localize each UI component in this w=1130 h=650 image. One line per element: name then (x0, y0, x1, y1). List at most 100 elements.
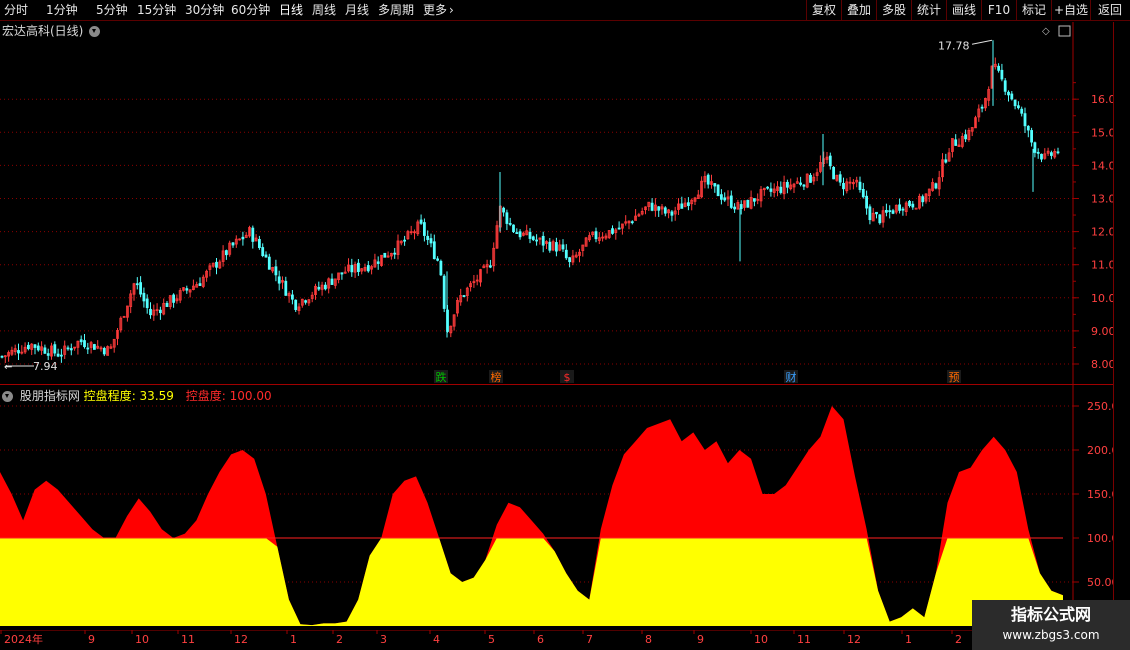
indicator-axis: 250.0 200.0 150.0 100.0 50.00 (1072, 385, 1113, 630)
candle-body (66, 347, 70, 350)
f10-button[interactable]: F10 (981, 0, 1016, 20)
back-button[interactable]: 返回 (1090, 0, 1129, 20)
candle-body (46, 353, 50, 356)
candle-body (488, 265, 492, 268)
date-tick-label: 7 (586, 633, 593, 646)
price-tick-label: 9.00 (1091, 325, 1113, 338)
candle-body (1036, 151, 1040, 154)
period-tab-multi[interactable]: 多周期 (378, 0, 414, 20)
event-marker-label[interactable]: 财 (786, 370, 797, 384)
candle-body (419, 219, 423, 224)
chevron-right-icon: › (449, 3, 454, 17)
window-toggle-icon[interactable] (1058, 25, 1071, 37)
candle-body (53, 344, 57, 354)
candle-body (630, 221, 634, 224)
candle-body (1007, 91, 1010, 96)
candle-body (432, 241, 436, 260)
candle-body (713, 183, 717, 187)
period-tab-weekly[interactable]: 周线 (312, 0, 336, 20)
event-marker-label[interactable]: 预 (949, 371, 960, 384)
candle-body (964, 134, 967, 140)
period-tab-monthly[interactable]: 月线 (345, 0, 369, 20)
candle-body (145, 298, 149, 309)
period-tab-intraday[interactable]: 分时 (4, 0, 28, 20)
event-marker-label[interactable]: $ (564, 371, 571, 384)
candle-body (1033, 142, 1037, 153)
candle-body (670, 211, 674, 216)
price-tick-label: 14.00 (1091, 159, 1113, 172)
period-tab-15min[interactable]: 15分钟 (137, 0, 176, 20)
right-side-panel[interactable] (1113, 22, 1130, 650)
period-tab-30min[interactable]: 30分钟 (185, 0, 224, 20)
multi-stock-button[interactable]: 多股 (876, 0, 911, 20)
candle-body (746, 199, 750, 208)
candlestick-chart[interactable]: ◇ 16.00 15.00 14.00 13.00 12.00 11.00 10.00 9.00… (0, 22, 1113, 384)
candle-body (716, 184, 720, 197)
period-tab-5min[interactable]: 5分钟 (96, 0, 128, 20)
candle-body (663, 207, 667, 214)
candle-body (1050, 152, 1053, 156)
candle-body (512, 224, 515, 233)
candle-body (650, 202, 654, 211)
add-watchlist-button[interactable]: +自选 (1051, 0, 1090, 20)
candle-body (502, 207, 506, 213)
event-marker-label[interactable]: 榜 (491, 370, 502, 384)
date-tick-label: 2 (336, 633, 343, 646)
date-tick-label: 1 (290, 633, 297, 646)
candle-body (980, 106, 984, 109)
candle-body (564, 249, 568, 259)
price-tick-label: 16.00 (1091, 93, 1113, 106)
statistics-button[interactable]: 统计 (911, 0, 946, 20)
candle-body (809, 174, 812, 183)
date-tick-label: 9 (88, 633, 95, 646)
candle-body (462, 295, 466, 297)
candle-body (548, 241, 552, 251)
candle-body (720, 194, 723, 200)
candle-body (687, 202, 690, 206)
candle-body (838, 174, 842, 183)
candle-body (56, 353, 60, 357)
candle-body (1026, 125, 1030, 131)
candle-body (739, 204, 743, 209)
candle-body (442, 275, 446, 309)
candle-body (723, 197, 727, 201)
candle-body (340, 272, 344, 275)
candle-body (83, 340, 86, 348)
date-tick-label: 2024年 (4, 632, 43, 646)
candle-body (86, 347, 90, 350)
diamond-icon[interactable]: ◇ (1042, 26, 1050, 37)
period-tab-60min[interactable]: 60分钟 (231, 0, 270, 20)
high-price-label: 17.78 (938, 39, 970, 52)
candle-body (914, 207, 918, 210)
candle-body (908, 200, 911, 207)
mark-button[interactable]: 标记 (1016, 0, 1051, 20)
period-tab-daily[interactable]: 日线 (279, 0, 303, 20)
candle-body (366, 265, 370, 272)
candle-body (277, 276, 281, 284)
candle-body (172, 294, 176, 303)
candle-body (142, 292, 146, 302)
candle-body (231, 242, 235, 246)
candle-body (330, 278, 334, 285)
period-tab-more[interactable]: 更多 › (423, 0, 454, 20)
candle-body (555, 242, 558, 252)
overlay-button[interactable]: 叠加 (841, 0, 876, 20)
date-tick-label: 3 (380, 633, 387, 646)
date-tick-label: 12 (234, 633, 248, 646)
candle-body (878, 214, 882, 224)
event-marker-label[interactable]: 跌 (436, 370, 447, 384)
draw-line-button[interactable]: 画线 (946, 0, 981, 20)
candle-body (779, 186, 783, 193)
price-tick-label: 8.00 (1091, 358, 1113, 371)
indicator-tick-label: 150.0 (1087, 488, 1113, 501)
date-tick-label: 1 (905, 633, 912, 646)
candle-body (828, 155, 832, 167)
indicator-tick-label: 250.0 (1087, 400, 1113, 413)
price-tick-label: 10.00 (1091, 292, 1113, 305)
candle-body (769, 188, 773, 192)
period-tab-1min[interactable]: 1分钟 (46, 0, 78, 20)
candle-body (729, 195, 733, 208)
adjust-button[interactable]: 复权 (806, 0, 841, 20)
candle-body (267, 256, 271, 270)
indicator-chart[interactable]: 250.0 200.0 150.0 100.0 50.00 (0, 385, 1113, 630)
